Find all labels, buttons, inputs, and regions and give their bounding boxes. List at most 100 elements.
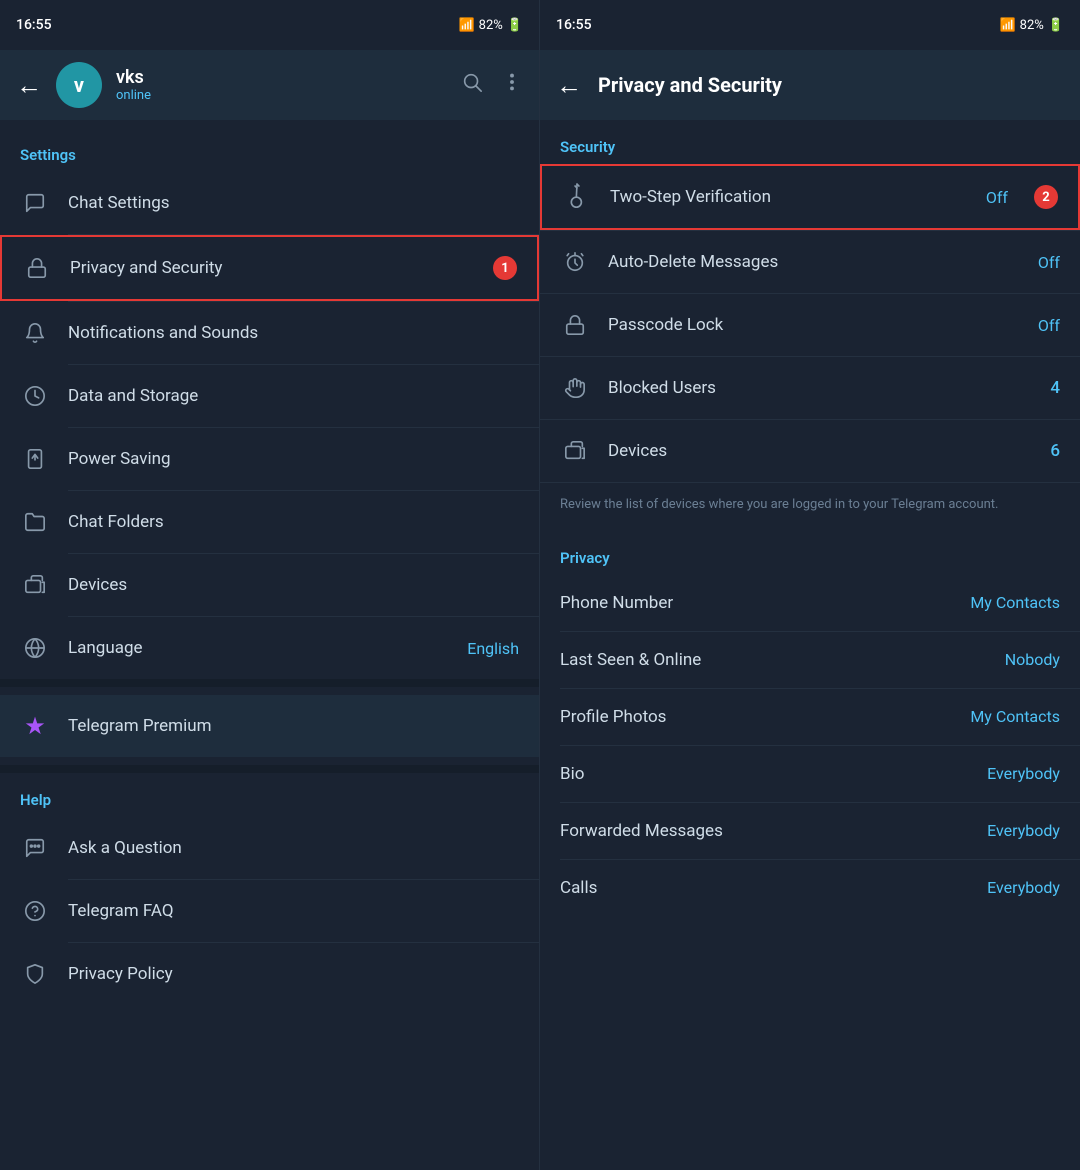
right-panel-title: Privacy and Security [598, 73, 782, 97]
right-battery: 📶 82% 🔋 [999, 18, 1064, 33]
devices-icon [20, 570, 50, 600]
more-menu-button[interactable] [501, 71, 523, 99]
passcode-lock-item[interactable]: Passcode Lock Off [540, 294, 1080, 356]
two-step-label: Two-Step Verification [610, 187, 968, 207]
bell-icon [20, 318, 50, 348]
sidebar-item-data-storage[interactable]: Data and Storage [0, 365, 539, 427]
bio-value: Everybody [987, 764, 1060, 783]
question-icon [20, 896, 50, 926]
shield-icon [20, 959, 50, 989]
right-panel: 16:55 📶 82% 🔋 ← Privacy and Security Sec… [540, 0, 1080, 1170]
devices-label: Devices [68, 575, 519, 595]
privacy-policy-wrapper: Privacy Policy [0, 943, 539, 1005]
bio-item[interactable]: Bio Everybody [540, 746, 1080, 802]
premium-label: Telegram Premium [68, 716, 519, 736]
last-seen-label: Last Seen & Online [560, 650, 1005, 670]
left-back-button[interactable]: ← [16, 70, 42, 101]
section-divider [0, 679, 539, 687]
sidebar-item-language[interactable]: Language English [0, 617, 539, 679]
passcode-wrapper: Passcode Lock Off [540, 294, 1080, 357]
right-devices-label: Devices [608, 441, 1032, 461]
two-step-verification-item[interactable]: Two-Step Verification Off 2 [540, 164, 1080, 230]
calls-value: Everybody [987, 878, 1060, 897]
chat-folders-label: Chat Folders [68, 512, 519, 532]
two-step-wrapper: Two-Step Verification Off 2 [540, 164, 1080, 231]
star-icon: ★ [20, 711, 50, 741]
blocked-users-item[interactable]: Blocked Users 4 [540, 357, 1080, 419]
right-wifi-icon: 📶 [999, 18, 1015, 33]
left-status-bar: 16:55 📶 82% 🔋 [0, 0, 539, 50]
right-top-bar: ← Privacy and Security [540, 50, 1080, 120]
key-icon [562, 182, 592, 212]
sidebar-item-chat-settings[interactable]: Chat Settings [0, 172, 539, 234]
auto-delete-item[interactable]: Auto-Delete Messages Off [540, 231, 1080, 293]
passcode-icon [560, 310, 590, 340]
step-badge-1: 1 [493, 256, 517, 280]
last-seen-item[interactable]: Last Seen & Online Nobody [540, 632, 1080, 688]
top-bar-actions [461, 71, 523, 99]
faq-wrapper: Telegram FAQ [0, 880, 539, 943]
clock-icon [20, 381, 50, 411]
sidebar-item-power-saving[interactable]: Power Saving [0, 428, 539, 490]
user-info: vks online [116, 67, 447, 103]
security-section-title: Security [540, 120, 1080, 164]
help-section-title: Help [0, 773, 539, 817]
right-time: 16:55 [556, 17, 592, 33]
sidebar-item-faq[interactable]: Telegram FAQ [0, 880, 539, 942]
step-badge-2: 2 [1034, 185, 1058, 209]
right-devices-wrapper: Devices 6 [540, 420, 1080, 482]
auto-delete-label: Auto-Delete Messages [608, 252, 1020, 272]
profile-photos-value: My Contacts [970, 707, 1060, 726]
sidebar-item-devices[interactable]: Devices [0, 554, 539, 616]
passcode-value: Off [1038, 316, 1060, 335]
right-status-bar: 16:55 📶 82% 🔋 [540, 0, 1080, 50]
notifications-label: Notifications and Sounds [68, 323, 519, 343]
privacy-section-title: Privacy [540, 531, 1080, 575]
sidebar-item-chat-folders[interactable]: Chat Folders [0, 491, 539, 553]
ask-question-label: Ask a Question [68, 838, 519, 858]
sidebar-item-premium[interactable]: ★ Telegram Premium [0, 695, 539, 757]
right-back-button[interactable]: ← [556, 70, 582, 101]
devices-hint-text: Review the list of devices where you are… [560, 495, 1060, 515]
profile-photos-label: Profile Photos [560, 707, 970, 727]
lock-icon [22, 253, 52, 283]
sidebar-item-privacy-security[interactable]: Privacy and Security 1 [0, 235, 539, 301]
language-value: English [467, 639, 519, 658]
globe-icon [20, 633, 50, 663]
faq-label: Telegram FAQ [68, 901, 519, 921]
settings-content: Settings Chat Settings Privacy and Secur… [0, 120, 539, 1170]
blocked-users-value: 4 [1050, 378, 1060, 398]
profile-photos-item[interactable]: Profile Photos My Contacts [540, 689, 1080, 745]
left-top-bar: ← v vks online [0, 50, 539, 120]
power-icon [20, 444, 50, 474]
chat-bubble-icon [20, 833, 50, 863]
right-devices-value: 6 [1050, 441, 1060, 461]
blocked-users-label: Blocked Users [608, 378, 1032, 398]
user-name: vks [116, 67, 447, 88]
passcode-label: Passcode Lock [608, 315, 1020, 335]
calls-item[interactable]: Calls Everybody [540, 860, 1080, 916]
chat-icon [20, 188, 50, 218]
sidebar-item-privacy-policy[interactable]: Privacy Policy [0, 943, 539, 1005]
search-button[interactable] [461, 71, 483, 99]
privacy-policy-label: Privacy Policy [68, 964, 519, 984]
right-battery-icon: 🔋 [1048, 18, 1064, 33]
left-devices-wrapper: Devices [0, 554, 539, 617]
right-devices-icon [560, 436, 590, 466]
privacy-security-label: Privacy and Security [70, 258, 475, 278]
forwarded-messages-item[interactable]: Forwarded Messages Everybody [540, 803, 1080, 859]
sidebar-item-notifications[interactable]: Notifications and Sounds [0, 302, 539, 364]
forwarded-messages-value: Everybody [987, 821, 1060, 840]
chat-folders-wrapper: Chat Folders [0, 491, 539, 554]
sidebar-item-ask-question[interactable]: Ask a Question [0, 817, 539, 879]
forwarded-messages-label: Forwarded Messages [560, 821, 987, 841]
calls-label: Calls [560, 878, 987, 898]
power-saving-wrapper: Power Saving [0, 428, 539, 491]
hand-icon [560, 373, 590, 403]
phone-number-item[interactable]: Phone Number My Contacts [540, 575, 1080, 631]
right-devices-item[interactable]: Devices 6 [540, 420, 1080, 482]
auto-delete-wrapper: Auto-Delete Messages Off [540, 231, 1080, 294]
avatar: v [56, 62, 102, 108]
bio-label: Bio [560, 764, 987, 784]
data-storage-label: Data and Storage [68, 386, 519, 406]
